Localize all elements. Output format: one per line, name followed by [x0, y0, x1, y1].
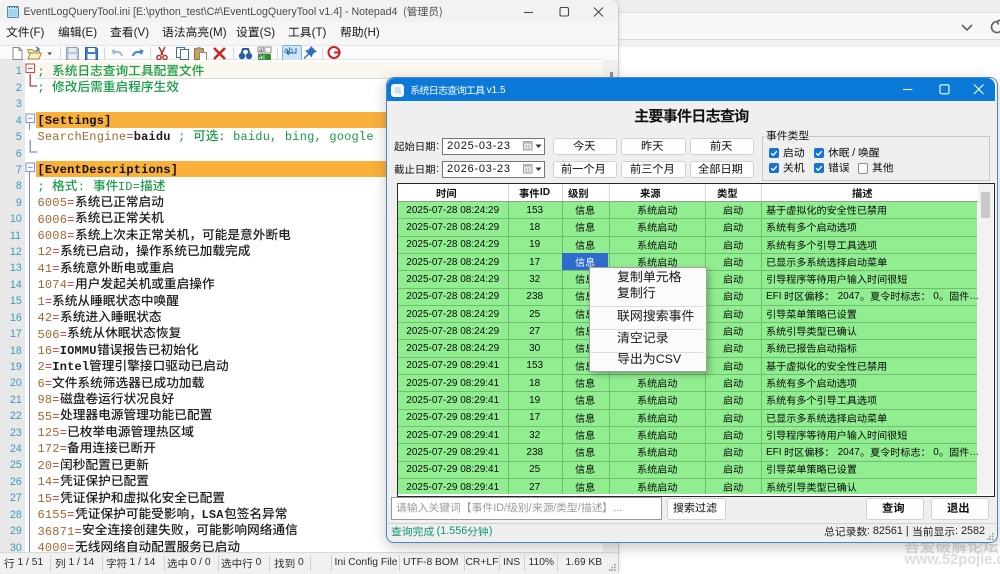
svg-text:ab: ab: [259, 48, 266, 54]
svg-text:ab: ab: [284, 46, 293, 55]
